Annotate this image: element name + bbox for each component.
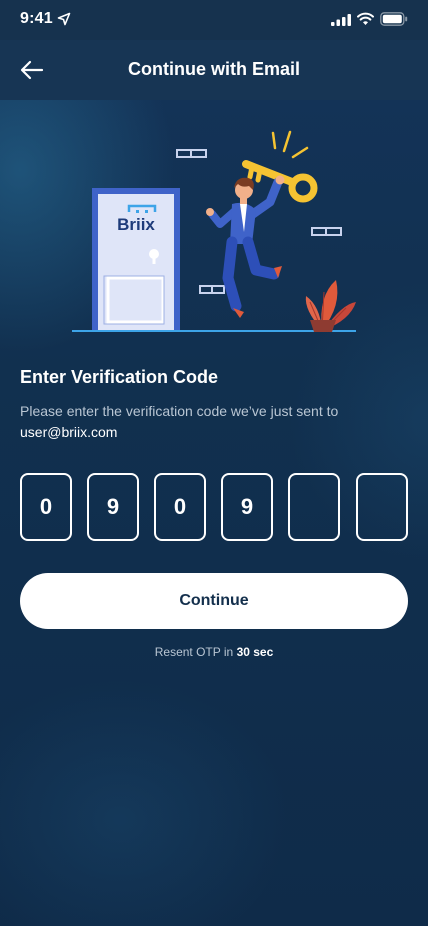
verification-description: Please enter the verification code we’ve… [20,403,339,419]
plant-graphic [305,280,356,332]
battery-icon [380,12,408,26]
cellular-signal-icon [331,14,351,26]
resend-label: Resent OTP in [154,645,234,659]
otp-digit-4[interactable]: 9 [221,473,273,541]
header: Continue with Email [0,40,428,100]
otp-input-group: 0 9 0 9 [20,473,408,541]
hero-illustration: Briix [72,130,356,332]
verification-title: Enter Verification Code [20,367,219,387]
person-graphic [206,175,285,318]
door-brand-logo: Briix [117,215,155,234]
page-title: Continue with Email [127,59,300,79]
status-bar: 9:41 [0,0,428,40]
wifi-icon [357,12,374,25]
location-arrow-icon [57,12,71,26]
continue-button[interactable]: Continue [20,573,408,629]
otp-digit-5[interactable] [288,473,340,541]
verification-screen: 9:41 Continue with Email Briix Enter Ver… [0,0,428,926]
resend-countdown: 30 sec [236,645,274,659]
otp-digit-2[interactable]: 9 [87,473,139,541]
status-time: 9:41 [20,10,53,27]
resend-otp-timer: Resent OTP in 30 sec [0,645,428,659]
door-graphic [92,188,180,330]
otp-digit-3[interactable]: 0 [154,473,206,541]
otp-digit-1[interactable]: 0 [20,473,72,541]
otp-digit-6[interactable] [356,473,408,541]
verification-email: user@briix.com [20,424,118,440]
